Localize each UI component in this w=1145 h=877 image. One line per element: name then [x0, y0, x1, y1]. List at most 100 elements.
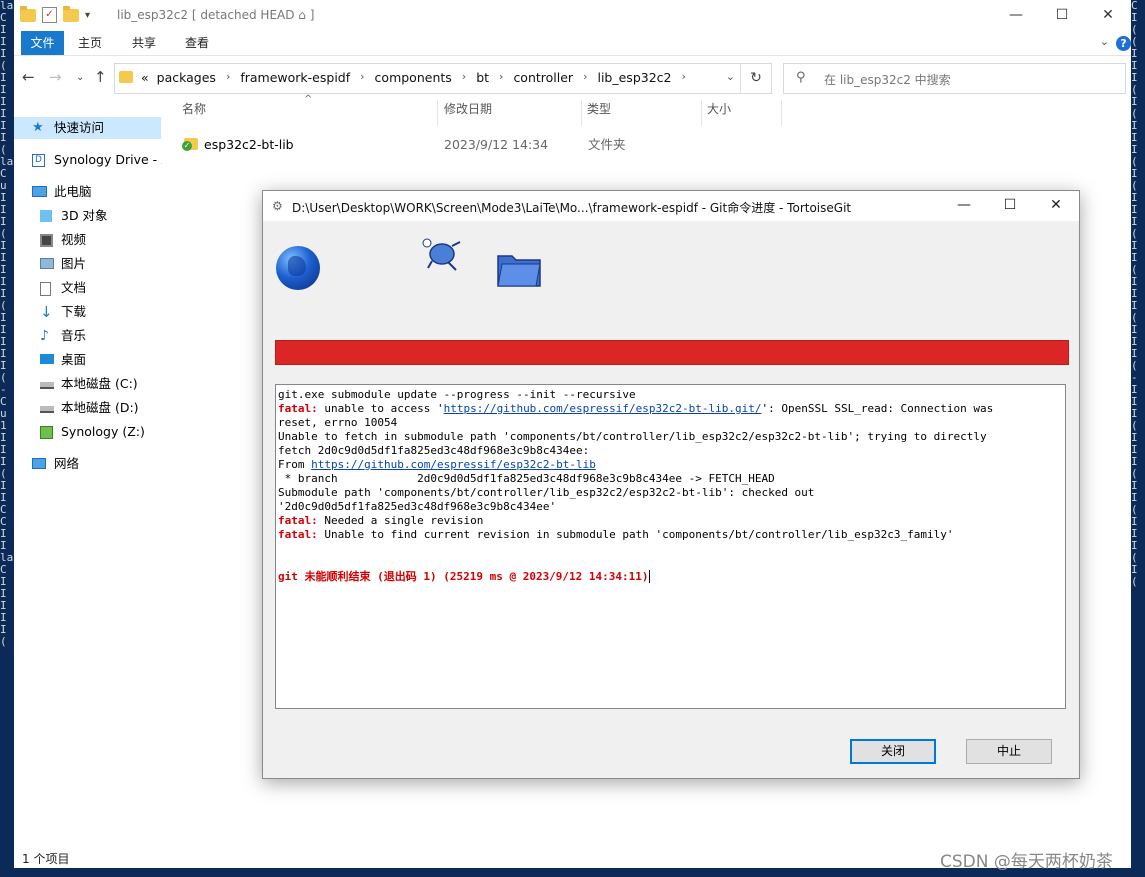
folder-icon[interactable]: [20, 5, 36, 22]
breadcrumb-components[interactable]: components: [375, 70, 452, 85]
repo-link[interactable]: https://github.com/espressif/esp32c2-bt-…: [311, 458, 596, 471]
properties-icon[interactable]: ✓: [42, 7, 57, 23]
minimize-button[interactable]: —: [993, 0, 1039, 31]
ribbon: 文件 主页 共享 查看 ⌄ ?: [14, 31, 1131, 56]
ribbon-expand-icon[interactable]: ⌄: [1100, 35, 1109, 48]
sidebar-item-drive-d[interactable]: 本地磁盘 (D:): [14, 397, 162, 419]
column-header-name[interactable]: 名称: [182, 100, 206, 117]
dialog-close-button[interactable]: ✕: [1033, 191, 1079, 221]
navigation-bar: ← → ⌄ ↑ « packages › framework-espidf › co…: [14, 62, 1131, 94]
column-divider[interactable]: [701, 100, 702, 126]
tab-home[interactable]: 主页: [72, 31, 108, 55]
chevron-right-icon[interactable]: ›: [226, 70, 230, 85]
breadcrumb-packages[interactable]: packages: [157, 70, 216, 85]
dialog-minimize-button[interactable]: —: [941, 191, 987, 221]
chevron-right-icon[interactable]: ›: [681, 70, 685, 85]
sidebar-item-drive-c[interactable]: 本地磁盘 (C:): [14, 373, 162, 395]
forward-arrow-icon[interactable]: →: [49, 68, 62, 86]
search-box[interactable]: ⚲ 在 lib_esp32c2 中搜索: [783, 63, 1126, 94]
log-line: unable to access ': [317, 402, 444, 415]
abort-button[interactable]: 中止: [966, 739, 1052, 764]
chevron-right-icon[interactable]: ›: [462, 70, 466, 85]
tab-share[interactable]: 共享: [126, 31, 162, 55]
network-drive-icon: [40, 426, 53, 439]
column-divider[interactable]: [781, 100, 782, 126]
search-icon: ⚲: [796, 70, 806, 85]
log-line: '2d0c9d0d5df1fa825ed3c48df968e3c9b8c434e…: [278, 500, 557, 513]
close-button[interactable]: ✕: [1085, 0, 1131, 31]
result-line: git 未能顺利结束 (退出码 1) (25219 ms @ 2023/9/12…: [278, 570, 649, 583]
sidebar-item-network[interactable]: 网络: [14, 453, 162, 475]
breadcrumb-overflow[interactable]: «: [141, 70, 149, 85]
help-button[interactable]: ?: [1116, 36, 1131, 51]
file-row[interactable]: ✓ esp32c2-bt-lib 2023/9/12 14:34 文件夹: [182, 135, 626, 155]
sidebar-item-3d-objects[interactable]: 3D 对象: [14, 205, 162, 227]
breadcrumb-controller[interactable]: controller: [513, 70, 573, 85]
dialog-title-bar: ⚙ D:\User\Desktop\WORK\Screen\Mode3\LaiT…: [263, 191, 1079, 221]
globe-icon: [276, 246, 320, 290]
sidebar-item-desktop[interactable]: 桌面: [14, 349, 162, 371]
file-type: 文件夹: [588, 137, 626, 152]
recent-locations-icon[interactable]: ⌄: [76, 72, 84, 83]
chevron-right-icon[interactable]: ›: [583, 70, 587, 85]
sidebar-item-synology-drive[interactable]: D Synology Drive - X: [14, 149, 162, 171]
log-fatal-label: fatal:: [278, 528, 318, 541]
log-line: * branch 2d0c9d0d5df1fa825ed3c48df968e3c…: [278, 472, 775, 485]
desktop-icon: [40, 354, 54, 364]
address-dropdown-icon[interactable]: ⌄: [726, 70, 735, 83]
back-arrow-icon[interactable]: ←: [22, 68, 35, 86]
video-icon: [40, 234, 53, 247]
dialog-maximize-button[interactable]: ☐: [987, 191, 1033, 221]
column-header-size[interactable]: 大小: [707, 100, 731, 117]
column-divider[interactable]: [437, 100, 438, 126]
tortoisegit-progress-dialog: ⚙ D:\User\Desktop\WORK\Screen\Mode3\LaiT…: [262, 190, 1080, 779]
up-arrow-icon[interactable]: ↑: [94, 68, 107, 86]
breadcrumb-framework-espidf[interactable]: framework-espidf: [240, 70, 350, 85]
column-header-type[interactable]: 类型: [587, 100, 611, 117]
log-line: From: [278, 458, 312, 471]
sidebar-item-music[interactable]: ♪ 音乐: [14, 325, 162, 347]
address-bar[interactable]: « packages › framework-espidf › components…: [114, 63, 772, 94]
log-fatal-label: fatal:: [278, 402, 318, 415]
folder-icon: [119, 71, 133, 83]
maximize-button[interactable]: ☐: [1039, 0, 1085, 31]
tortoisegit-icon: ⚙: [272, 199, 283, 213]
refresh-button[interactable]: ↻: [740, 64, 771, 93]
column-divider[interactable]: [581, 100, 582, 126]
tab-file[interactable]: 文件: [21, 31, 64, 55]
sidebar-item-this-pc[interactable]: 此电脑: [14, 181, 162, 203]
new-folder-icon[interactable]: [63, 5, 79, 22]
chevron-right-icon[interactable]: ›: [360, 70, 364, 85]
breadcrumb: « packages › framework-espidf › components…: [141, 70, 696, 85]
sidebar-item-synology-z[interactable]: Synology (Z:): [14, 421, 162, 443]
git-folder-icon: ✓: [182, 138, 198, 151]
cube-icon: [40, 210, 52, 222]
git-output-log[interactable]: git.exe submodule update --progress --in…: [275, 384, 1066, 709]
tab-view[interactable]: 查看: [179, 31, 215, 55]
close-dialog-button[interactable]: 关闭: [850, 739, 936, 764]
column-header-date[interactable]: 修改日期: [444, 100, 492, 117]
chevron-down-icon[interactable]: ▾: [85, 10, 90, 21]
log-line: fetch 2d0c9d0d5df1fa825ed3c48df968e3c9b8…: [278, 444, 590, 457]
text-cursor: [648, 570, 657, 583]
breadcrumb-bt[interactable]: bt: [476, 70, 489, 85]
breadcrumb-lib-esp32c2[interactable]: lib_esp32c2: [597, 70, 671, 85]
search-input[interactable]: 在 lib_esp32c2 中搜索: [824, 71, 951, 88]
log-line: Unable to find current revision in submo…: [317, 528, 954, 541]
drive-icon: [40, 406, 54, 413]
computer-icon: [32, 186, 47, 197]
navigation-pane: ★ 快速访问 D Synology Drive - X 此电脑 3D 对象 视频…: [14, 105, 164, 845]
sort-ascending-icon: ^: [304, 94, 313, 105]
repo-link[interactable]: https://github.com/espressif/esp32c2-bt-…: [444, 402, 762, 415]
sidebar-item-pictures[interactable]: 图片: [14, 253, 162, 275]
sidebar-item-downloads[interactable]: ↓ 下载: [14, 301, 162, 323]
sidebar-item-quick-access[interactable]: ★ 快速访问: [14, 117, 161, 139]
file-date: 2023/9/12 14:34: [444, 137, 549, 152]
chevron-right-icon[interactable]: ›: [499, 70, 503, 85]
folder-icon: [497, 255, 541, 287]
sidebar-item-videos[interactable]: 视频: [14, 229, 162, 251]
synology-drive-icon: D: [32, 154, 45, 167]
sidebar-item-documents[interactable]: 文档: [14, 277, 162, 299]
log-fatal-label: fatal:: [278, 514, 318, 527]
download-icon: ↓: [40, 303, 53, 321]
